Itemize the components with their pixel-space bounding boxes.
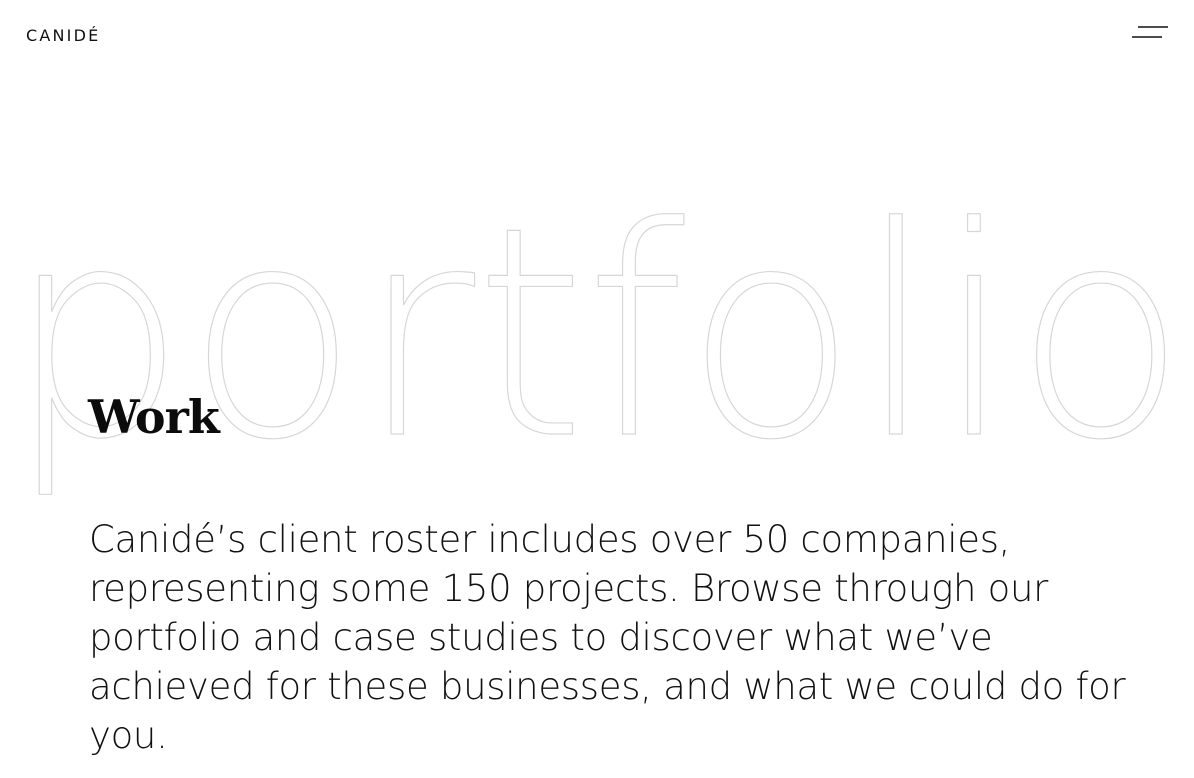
page-title: Work [88,390,220,444]
menu-icon [1132,26,1168,38]
background-word-text: portfolio [7,180,1187,503]
brand-logo[interactable]: CANIDÉ [26,26,100,46]
background-word-outline: portfolio [6,180,1187,504]
intro-paragraph: Canidé’s client roster includes over 50 … [89,518,1126,757]
menu-button[interactable] [1128,22,1172,46]
